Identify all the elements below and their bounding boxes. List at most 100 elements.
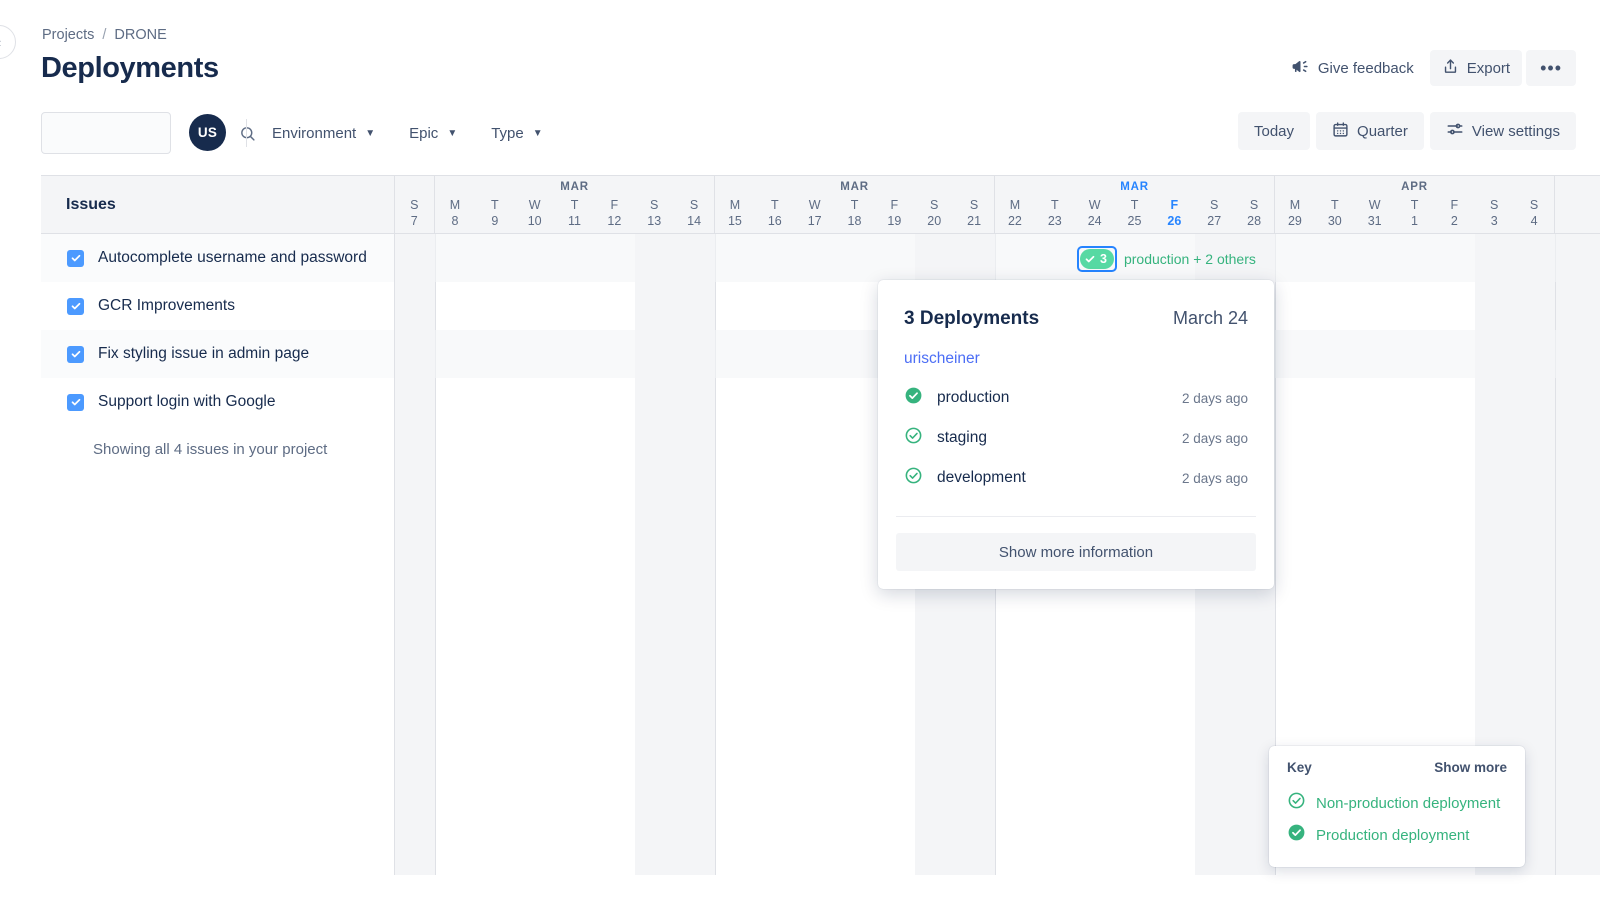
popup-deployment-item[interactable]: staging2 days ago [904,418,1248,458]
calendar-day-number: 13 [634,213,674,229]
calendar-day-header: S20 [914,198,954,229]
calendar-day-weekday: M [995,198,1035,213]
calendar-day-number: 17 [795,213,835,229]
calendar-day-header: W10 [515,198,555,229]
deployment-marker[interactable]: 3production + 2 others [1077,246,1256,272]
calendar-day-weekday: T [1115,198,1155,213]
view-settings-label: View settings [1472,123,1560,140]
issue-checkbox[interactable] [67,346,84,363]
calendar-day-header: T1 [1395,198,1435,229]
calendar-day-weekday: T [475,198,515,213]
calendar-month-label: APR [1275,181,1554,193]
search-box[interactable] [41,112,171,154]
filter-epic-label: Epic [409,125,438,142]
issue-checkbox[interactable] [67,394,84,411]
popup-deployment-list: production2 days agostaging2 days agodev… [878,368,1274,516]
deployments-popup: 3 Deployments March 24 urischeiner produ… [878,280,1274,589]
calendar-week: MARM15T16W17T18F19S20S21 [715,176,995,233]
calendar-day-number: 2 [1434,213,1474,229]
calendar-day-weekday: S [395,198,434,213]
calendar-day-number: 4 [1514,213,1554,229]
filter-dropdowns: Environment ▼ Epic ▼ Type ▼ [262,112,567,154]
filter-epic[interactable]: Epic ▼ [399,115,467,151]
issue-row[interactable]: GCR Improvements [41,282,394,330]
filter-environment[interactable]: Environment ▼ [262,115,385,151]
issue-checkbox[interactable] [67,298,84,315]
calendar-day-header: T16 [755,198,795,229]
avatar[interactable]: US [189,114,226,151]
breadcrumb-separator: / [102,27,106,43]
breadcrumb-projects[interactable]: Projects [42,27,94,43]
popup-deployment-item[interactable]: production2 days ago [904,378,1248,418]
calendar-day-weekday: M [715,198,755,213]
calendar-day-header: W17 [795,198,835,229]
toolbar-divider [246,119,247,147]
calendar-day-header: W31 [1355,198,1395,229]
export-button[interactable]: Export [1430,50,1522,86]
calendar-day-header: S21 [954,198,994,229]
calendar-day-number: 27 [1194,213,1234,229]
breadcrumb-project[interactable]: DRONE [114,27,166,43]
issue-row[interactable]: Fix styling issue in admin page [41,330,394,378]
today-button[interactable]: Today [1238,112,1310,150]
issue-label: Support login with Google [98,393,276,411]
popup-deployment-item[interactable]: development2 days ago [904,458,1248,498]
calendar-day-header: S4 [1514,198,1554,229]
calendar-day-number: 24 [1075,213,1115,229]
sidebar-collapse-button[interactable]: ‹ [0,25,16,59]
key-legend-item: Production deployment [1287,819,1507,851]
calendar-day-weekday: S [634,198,674,213]
calendar-day-weekday: T [1035,198,1075,213]
calendar-day-header: M22 [995,198,1035,229]
megaphone-icon [1291,57,1310,80]
popup-footer: Show more information [878,517,1274,589]
more-actions-button[interactable]: ••• [1526,50,1576,86]
calendar-day-header: T18 [835,198,875,229]
search-icon [239,125,256,142]
calendar-day-number: 29 [1275,213,1315,229]
deployment-count-pill[interactable]: 3 [1080,249,1114,269]
calendar-day-header: S14 [674,198,714,229]
calendar-day-header: T23 [1035,198,1075,229]
calendar-day-weekday: F [874,198,914,213]
quarter-button[interactable]: Quarter [1316,112,1424,150]
filter-type[interactable]: Type ▼ [481,115,552,151]
issues-header-label: Issues [66,196,116,214]
give-feedback-button[interactable]: Give feedback [1279,50,1426,86]
calendar-day-weekday: S [1474,198,1514,213]
calendar-day-weekday: T [555,198,595,213]
key-legend-label: Non-production deployment [1316,795,1500,812]
issues-count-summary: Showing all 4 issues in your project [41,426,394,474]
non-production-deployment-icon [1287,791,1306,815]
key-legend-panel: Key Show more Non-production deploymentP… [1269,746,1525,867]
calendar-day-weekday: S [914,198,954,213]
calendar-day-weekday: W [1355,198,1395,213]
calendar-day-weekday: S [674,198,714,213]
popup-date: March 24 [1173,308,1248,329]
calendar-month-label: MAR [995,181,1274,193]
issue-row[interactable]: Autocomplete username and password [41,234,394,282]
popup-user-link[interactable]: urischeiner [878,330,1274,368]
calendar-day-weekday: S [1234,198,1274,213]
calendar-day-weekday: F [1154,198,1194,213]
show-more-information-button[interactable]: Show more information [896,533,1256,571]
key-legend-label: Production deployment [1316,827,1469,844]
calendar-icon [1332,121,1349,142]
chevron-left-icon: ‹ [0,35,1,50]
calendar-month-label: MAR [435,181,714,193]
popup-header: 3 Deployments March 24 [878,280,1274,330]
issue-checkbox[interactable] [67,250,84,267]
calendar-day-header: T25 [1115,198,1155,229]
calendar-day-header: S3 [1474,198,1514,229]
calendar-day-number: 16 [755,213,795,229]
calendar-day-number: 3 [1474,213,1514,229]
calendar-week: S6S7 [395,176,435,233]
issue-row[interactable]: Support login with Google [41,378,394,426]
view-settings-button[interactable]: View settings [1430,112,1576,150]
header-actions: Give feedback Export ••• [1279,50,1576,86]
calendar-day-header: F12 [594,198,634,229]
calendar-day-weekday: M [1275,198,1315,213]
deployment-count: 3 [1100,252,1107,266]
key-show-more-link[interactable]: Show more [1434,760,1507,775]
calendar-day-header: F19 [874,198,914,229]
